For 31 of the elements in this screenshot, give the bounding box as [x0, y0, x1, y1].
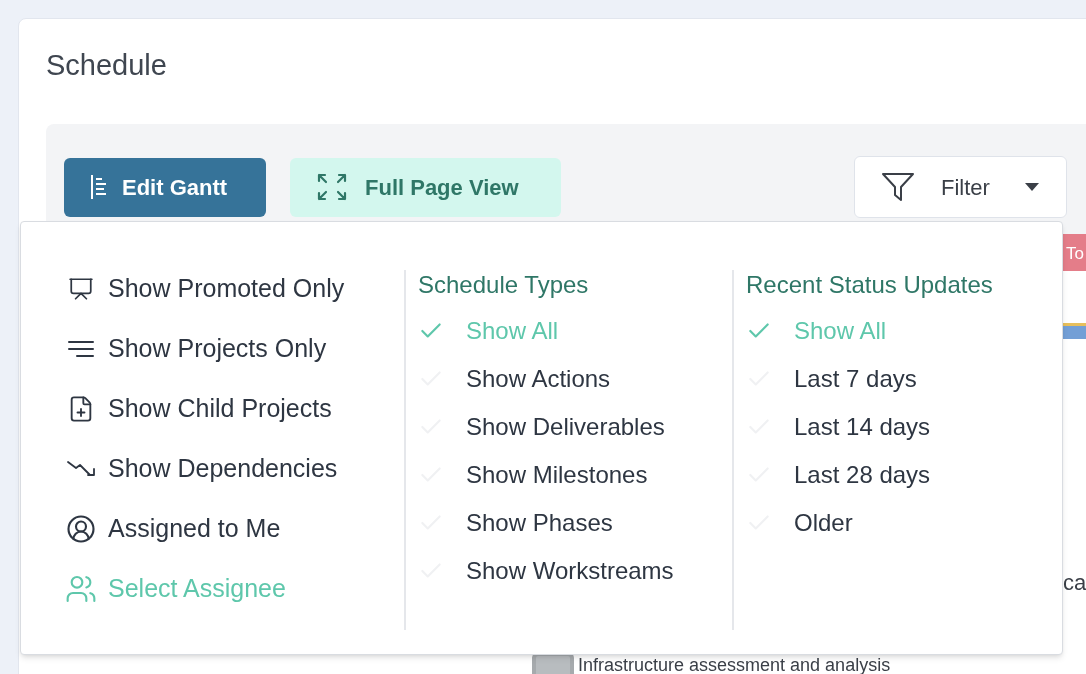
- filter-option[interactable]: Assigned to Me: [56, 510, 404, 547]
- filter-choice[interactable]: Last 7 days: [746, 362, 1062, 396]
- task-tag: To: [1063, 234, 1086, 271]
- filter-choice[interactable]: Older: [746, 506, 1062, 540]
- filter-dropdown[interactable]: Filter: [854, 156, 1067, 218]
- expand-icon: [317, 173, 347, 201]
- filter-option[interactable]: Show Dependencies: [56, 450, 404, 487]
- task-label: Infrastructure assessment and analysis: [578, 657, 891, 673]
- edit-gantt-button[interactable]: Edit Gantt: [64, 157, 266, 217]
- filter-choice[interactable]: Show Deliverables: [418, 410, 732, 444]
- group-heading: Recent Status Updates: [746, 270, 994, 300]
- group-heading: Schedule Types: [418, 270, 590, 300]
- gantt-icon: [90, 174, 108, 200]
- funnel-icon: [881, 171, 915, 203]
- filter-choice[interactable]: Show Workstreams: [418, 554, 732, 588]
- filter-option[interactable]: Show Promoted Only: [56, 270, 404, 307]
- lines-icon: [67, 338, 95, 359]
- user-circle-icon: [66, 513, 96, 544]
- task-label: ca: [1063, 569, 1086, 597]
- arrow-down-right-icon: [66, 458, 96, 479]
- filter-choice[interactable]: Show Actions: [418, 362, 732, 396]
- filter-option[interactable]: Show Projects Only: [56, 330, 404, 367]
- full-page-view-button[interactable]: Full Page View: [290, 157, 561, 217]
- filter-choice[interactable]: Last 14 days: [746, 410, 1062, 444]
- filter-choice[interactable]: Show Milestones: [418, 458, 732, 492]
- caret-icon: [1024, 182, 1040, 192]
- filter-choice[interactable]: Last 28 days: [746, 458, 1062, 492]
- filter-option[interactable]: Show Child Projects: [56, 390, 404, 427]
- presentation-chart-icon: [68, 275, 94, 302]
- filter-choice[interactable]: Show Phases: [418, 506, 732, 540]
- page-title: Schedule: [46, 48, 168, 83]
